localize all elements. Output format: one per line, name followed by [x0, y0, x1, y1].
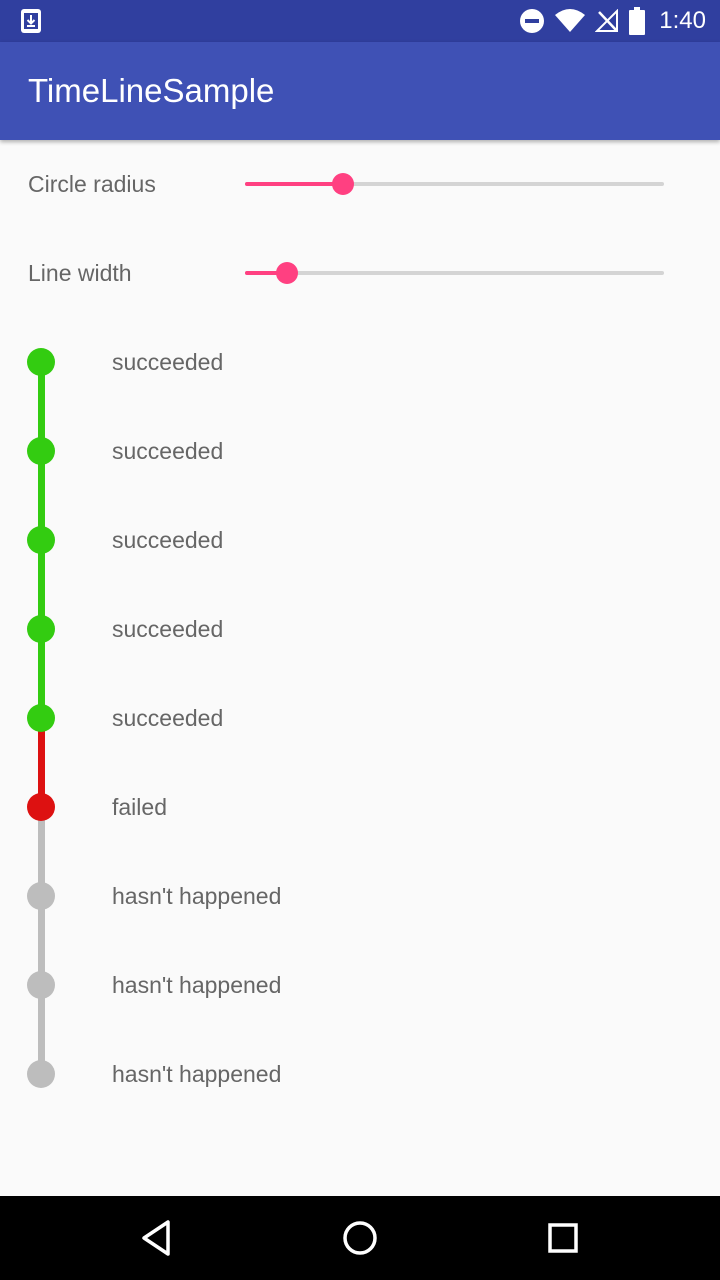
timeline-node-pending	[27, 1060, 55, 1088]
timeline-item-label: succeeded	[112, 438, 224, 464]
status-time: 1:40	[659, 7, 706, 34]
wifi-icon	[555, 9, 586, 32]
timeline-node-pending	[27, 882, 55, 910]
circle-radius-slider-fill	[245, 182, 343, 186]
timeline-node-failed	[27, 793, 55, 821]
navigation-bar	[0, 1196, 720, 1280]
do-not-disturb-icon	[520, 9, 545, 33]
app-bar: TimeLineSample	[0, 42, 720, 140]
line-width-slider-thumb[interactable]	[275, 262, 298, 284]
timeline-node-pending	[27, 971, 55, 999]
battery-icon	[629, 7, 646, 35]
line-width-control: Line width	[0, 243, 720, 303]
circle-radius-control: Circle radius	[0, 154, 720, 214]
timeline-item: succeeded	[0, 674, 720, 807]
timeline-item-label: succeeded	[112, 616, 224, 642]
circle-radius-slider-thumb[interactable]	[331, 173, 354, 195]
timeline-item: succeeded	[0, 585, 720, 718]
timeline-item: succeeded	[0, 496, 720, 629]
timeline-list: succeeded succeeded succeeded succeeded succ…	[0, 318, 720, 1118]
timeline-item: hasn't happened	[0, 1030, 720, 1119]
timeline-item: succeeded	[0, 407, 720, 540]
timeline-item-label: succeeded	[112, 349, 224, 375]
timeline-item: succeeded	[0, 318, 720, 451]
app-title: TimeLineSample	[28, 72, 275, 109]
circle-radius-slider[interactable]	[245, 173, 664, 195]
timeline-item: failed	[0, 763, 720, 896]
timeline-item-label: succeeded	[112, 705, 224, 731]
timeline-item-label: failed	[112, 794, 167, 820]
timeline-item-label: hasn't happened	[112, 883, 282, 909]
download-notification-icon	[21, 9, 41, 33]
timeline-item-label: succeeded	[112, 527, 224, 553]
line-width-slider[interactable]	[245, 262, 664, 284]
recents-icon[interactable]	[541, 1216, 585, 1260]
home-icon[interactable]	[338, 1216, 382, 1260]
timeline-node-succeeded	[27, 348, 55, 376]
timeline-item: hasn't happened	[0, 941, 720, 1074]
timeline-node-succeeded	[27, 437, 55, 465]
circle-radius-label: Circle radius	[28, 171, 156, 197]
back-icon[interactable]	[136, 1216, 180, 1260]
status-bar: 1:40	[0, 0, 720, 42]
line-width-label: Line width	[28, 260, 132, 286]
no-signal-icon	[595, 9, 619, 32]
timeline-node-succeeded	[27, 526, 55, 554]
timeline-item: hasn't happened	[0, 852, 720, 985]
timeline-node-succeeded	[27, 615, 55, 643]
system-icons: 1:40	[519, 0, 706, 42]
timeline-item-label: hasn't happened	[112, 972, 282, 998]
timeline-node-succeeded	[27, 704, 55, 732]
timeline-item-label: hasn't happened	[112, 1061, 282, 1087]
